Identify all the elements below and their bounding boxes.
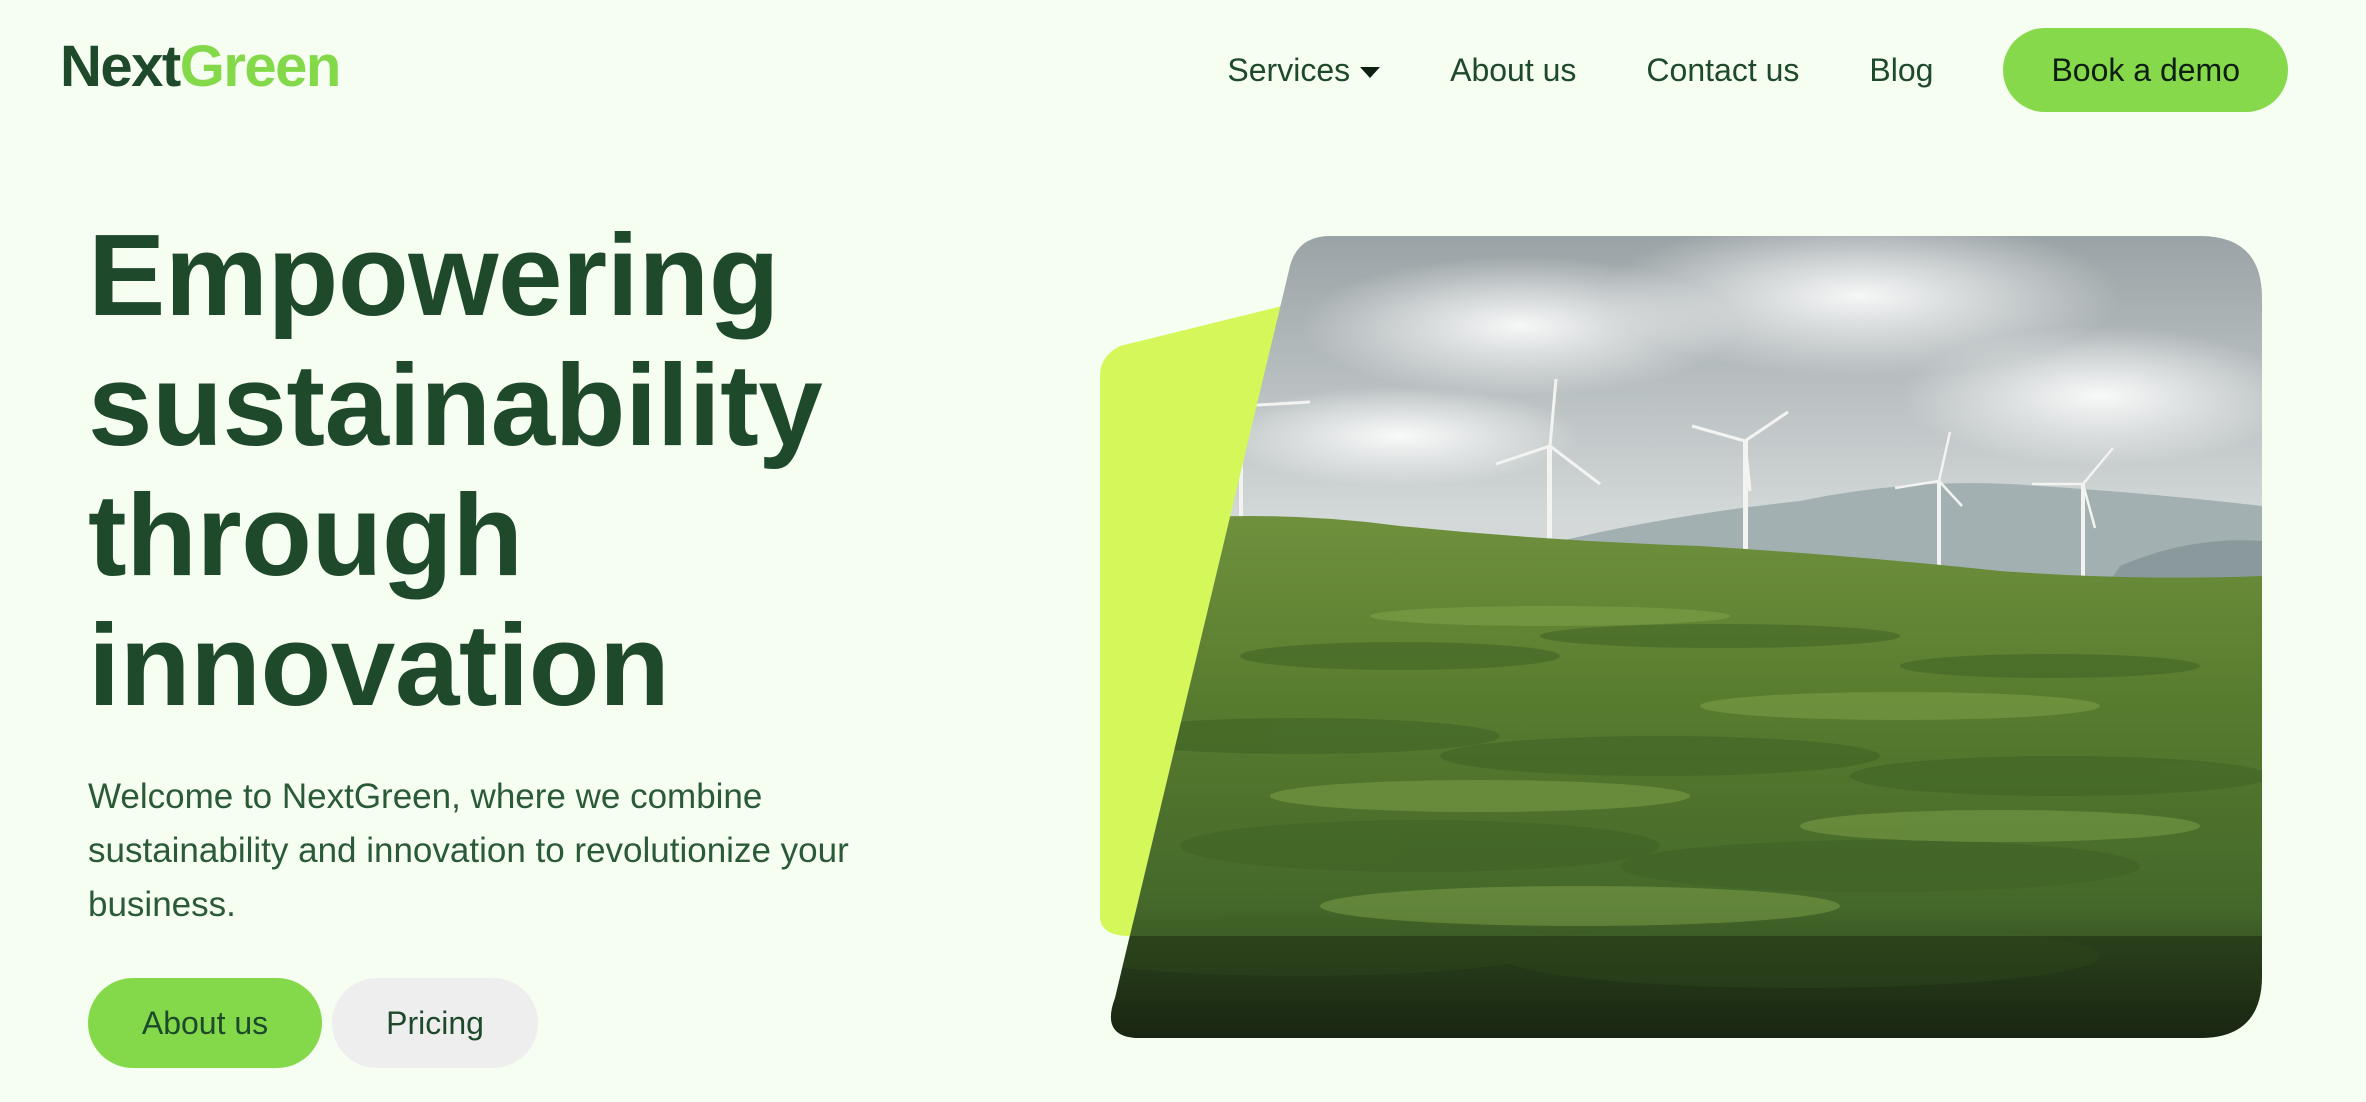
nav-blog[interactable]: Blog: [1869, 52, 1933, 89]
hero-title-line: sustainability: [88, 340, 823, 470]
pricing-button[interactable]: Pricing: [332, 978, 538, 1068]
nextgreen-logo[interactable]: NextGreen: [60, 32, 342, 102]
nav-services-label: Services: [1227, 51, 1351, 88]
hero-title-line: innovation: [88, 600, 670, 730]
hero-title-line: Empowering: [88, 210, 780, 340]
about-us-button[interactable]: About us: [88, 978, 322, 1068]
nav-about[interactable]: About us: [1450, 52, 1576, 89]
logo-text-green: Green: [179, 34, 342, 99]
caret-down-icon: [1360, 66, 1381, 78]
hero-image: [1100, 236, 2262, 1038]
book-demo-button[interactable]: Book a demo: [2003, 28, 2288, 112]
main-nav: Services About us Contact us Blog Book a…: [1227, 28, 2288, 112]
logo-text-next: Next: [60, 34, 181, 99]
nav-services[interactable]: Services: [1227, 51, 1381, 89]
nav-contact[interactable]: Contact us: [1646, 52, 1799, 89]
hero-buttons: About us Pricing: [88, 978, 538, 1068]
hero-title-line: through: [88, 470, 523, 600]
hero-title: Empowering sustainability through innova…: [88, 210, 988, 730]
hero-subtitle: Welcome to NextGreen, where we combine s…: [88, 777, 849, 924]
